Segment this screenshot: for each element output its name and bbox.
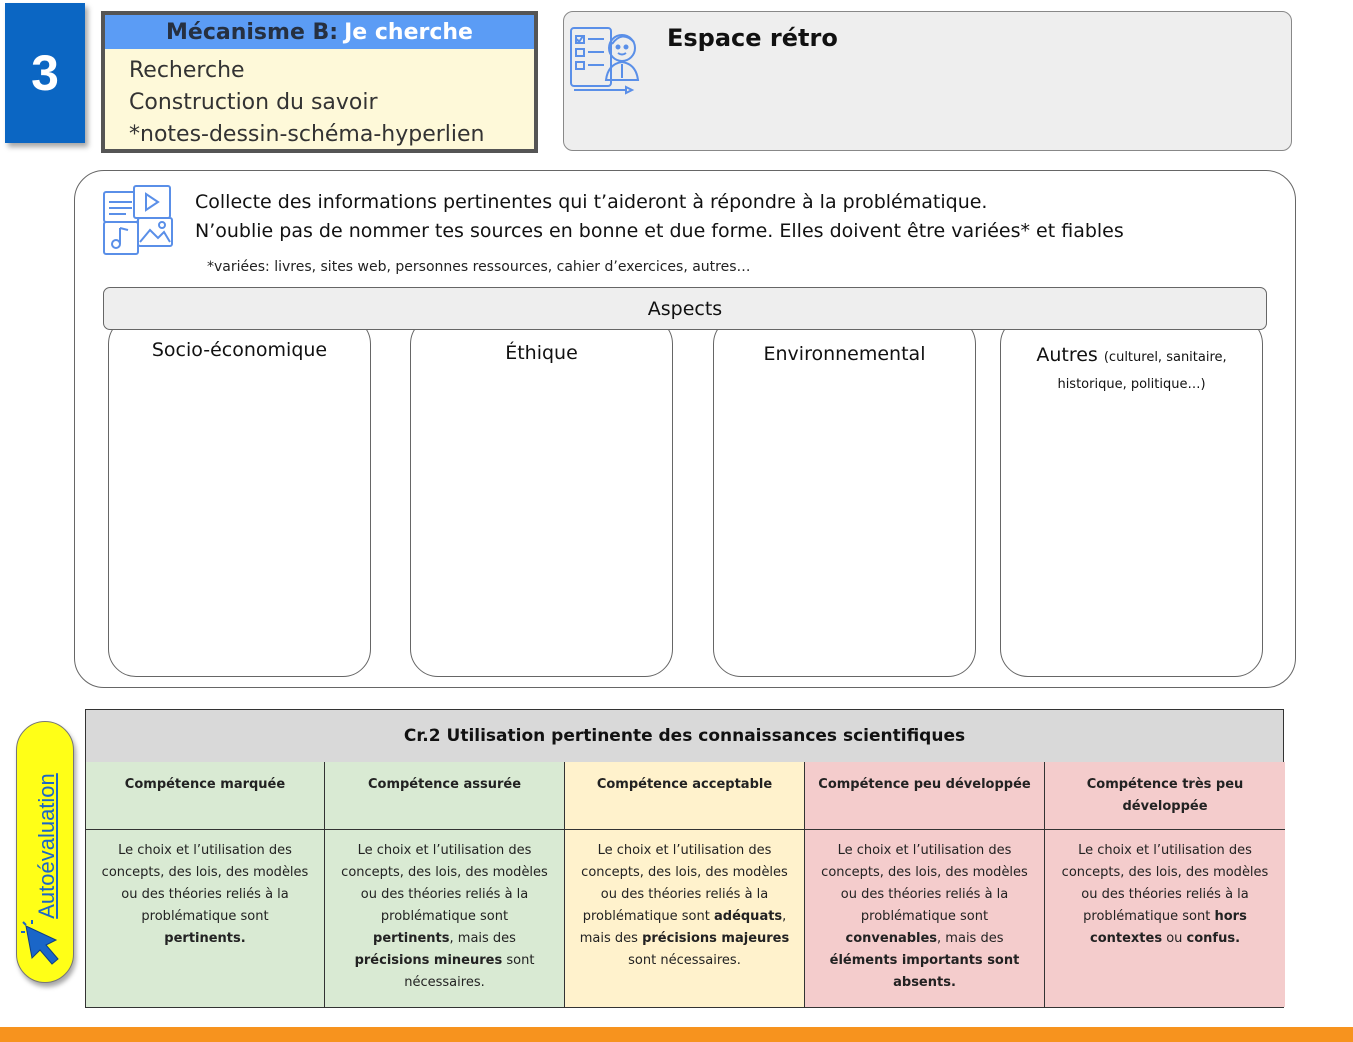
aspects-header: Aspects (103, 287, 1267, 330)
mechanism-title-highlight: Je cherche (344, 19, 473, 45)
reflection-icon (570, 27, 640, 95)
mechanism-title-prefix: Mécanisme B: (166, 19, 339, 45)
mechanism-line-research: Recherche (129, 58, 245, 83)
aspect-title-other-main: Autres (1036, 344, 1098, 366)
aspect-column-ethics[interactable]: Éthique (410, 316, 673, 677)
descriptor-text: ou (1162, 931, 1187, 946)
rubric-title: Cr.2 Utilisation pertinente des connaiss… (86, 710, 1283, 763)
mechanism-box: Mécanisme B: Je cherche Recherche Constr… (101, 11, 538, 153)
rubric-descriptor: Le choix et l’utilisation des concepts, … (86, 830, 325, 1007)
descriptor-bold: adéquats (713, 909, 783, 924)
rubric-descriptor: Le choix et l’utilisation des concepts, … (805, 830, 1045, 1007)
rubric-level-header: Compétence assurée (325, 762, 565, 830)
descriptor-bold: confus. (1186, 931, 1241, 946)
descriptor-bold: pertinents. (164, 931, 246, 946)
instruction-line-2: N’oublie pas de nommer tes sources en bo… (195, 220, 1124, 242)
descriptor-bold: précisions mineures (354, 953, 503, 968)
rubric-table: Cr.2 Utilisation pertinente des connaiss… (85, 709, 1285, 1008)
mechanism-line-knowledge: Construction du savoir (129, 90, 378, 115)
aspect-column-socio-economic[interactable]: Socio-économique (108, 316, 371, 677)
rubric-level-header: Compétence marquée (86, 762, 325, 830)
rubric-level-header: Compétence très peu développée (1045, 762, 1285, 830)
descriptor-text: Le choix et l’utilisation des concepts, … (101, 843, 309, 924)
aspect-title-environmental: Environnemental (763, 343, 926, 365)
descriptor-text: , mais des (937, 931, 1004, 946)
descriptor-text: Le choix et l’utilisation des concepts, … (821, 843, 1028, 924)
pointer-icon (21, 920, 59, 965)
rubric-descriptor: Le choix et l’utilisation des concepts, … (325, 830, 565, 1007)
rubric-level-header: Compétence acceptable (565, 762, 805, 830)
aspect-title-other-sub-b: historique, politique…) (1057, 377, 1206, 392)
retro-title: Espace rétro (667, 24, 838, 52)
media-sources-icon (103, 185, 173, 255)
footer-bar (0, 1027, 1353, 1042)
descriptor-text: , mais des (449, 931, 516, 946)
descriptor-bold: pertinents (373, 931, 450, 946)
descriptor-bold: précisions majeures (642, 931, 790, 946)
mechanism-header: Mécanisme B: Je cherche (105, 15, 534, 49)
rubric-descriptor: Le choix et l’utilisation des concepts, … (1045, 830, 1285, 1007)
instruction-line-1: Collecte des informations pertinentes qu… (195, 191, 988, 213)
sources-note: *variées: livres, sites web, personnes r… (207, 259, 751, 275)
aspect-title-ethics: Éthique (505, 342, 578, 364)
rubric-descriptor: Le choix et l’utilisation des concepts, … (565, 830, 805, 1007)
aspect-title-other-sub-a: (culturel, sanitaire, (1103, 350, 1227, 365)
aspect-title-other: Autres (culturel, sanitaire, historique,… (1001, 343, 1262, 397)
mechanism-line-notes: *notes-dessin-schéma-hyperlien (129, 122, 485, 147)
rubric-level-header: Compétence peu développée (805, 762, 1045, 830)
aspect-title-socio-economic: Socio-économique (151, 339, 328, 361)
descriptor-text: Le choix et l’utilisation des concepts, … (341, 843, 548, 924)
descriptor-text: sont nécessaires. (628, 953, 741, 968)
aspect-column-environmental[interactable]: Environnemental (713, 316, 976, 677)
descriptor-bold: éléments importants sont absents. (829, 953, 1020, 990)
aspect-column-other[interactable]: Autres (culturel, sanitaire, historique,… (1000, 316, 1263, 677)
descriptor-bold: convenables (845, 931, 938, 946)
step-number-badge: 3 (5, 3, 85, 143)
